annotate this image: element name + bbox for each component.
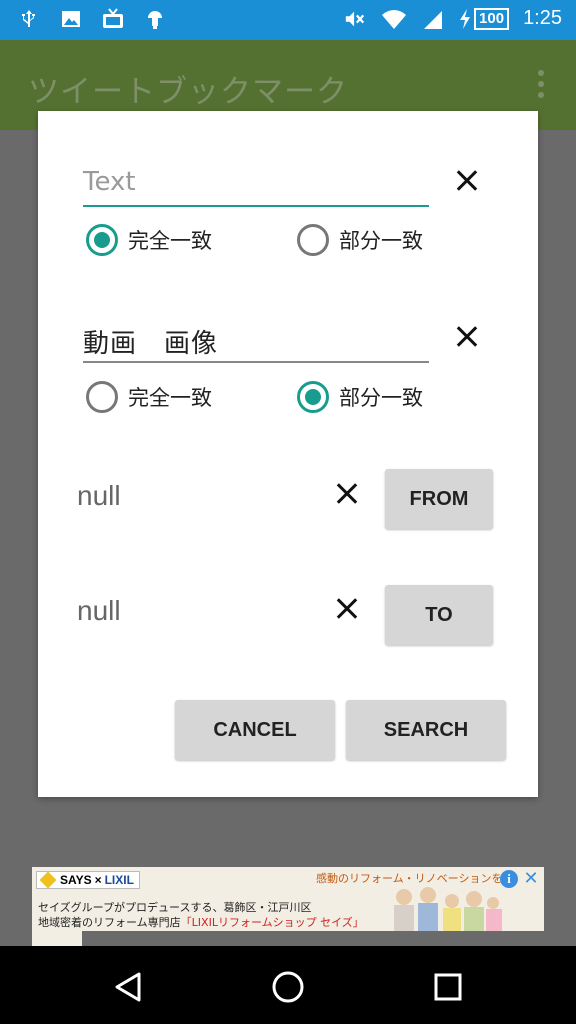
text-search-underline <box>83 205 429 207</box>
radio-unchecked-icon <box>86 381 118 413</box>
from-button[interactable]: FROM <box>385 469 493 529</box>
media-search-value: 動画 画像 <box>83 329 219 359</box>
search-dialog: Text 完全一致 部分一致 動画 画像 完全一致 部分一致 null FROM… <box>38 111 538 797</box>
signal-icon <box>424 10 443 29</box>
radio-label: 完全一致 <box>128 386 212 410</box>
tv-icon <box>103 8 123 28</box>
clear-text-icon[interactable] <box>450 164 484 198</box>
ad-line-2: 地域密着のリフォーム専門店「LIXILリフォームショップ セイズ」 <box>38 914 364 930</box>
ad-logo-x: × <box>94 873 102 887</box>
clear-from-icon[interactable] <box>330 477 364 511</box>
charging-icon <box>460 8 471 29</box>
ad-line-2-highlight: 「LIXILリフォームショップ セイズ」 <box>180 916 364 929</box>
from-date-value: null <box>77 480 121 511</box>
ad-line-2-prefix: 地域密着のリフォーム専門店 <box>38 916 181 929</box>
radio-checked-icon <box>86 224 118 256</box>
mute-icon <box>345 11 365 26</box>
navigation-bar <box>0 946 576 1024</box>
media-exact-match-radio[interactable]: 完全一致 <box>86 381 212 413</box>
to-button[interactable]: TO <box>385 585 493 645</box>
ad-line-1: セイズグループがプロデュースする、葛飾区・江戸川区 <box>38 901 312 914</box>
text-partial-match-radio[interactable]: 部分一致 <box>297 224 423 256</box>
ad-info-icon[interactable]: i <box>500 870 518 888</box>
to-date-value: null <box>77 595 121 626</box>
ad-logo-lixil: LIXIL <box>104 873 134 887</box>
android-icon <box>148 11 162 29</box>
back-icon[interactable] <box>111 970 145 1004</box>
radio-label: 部分一致 <box>339 229 423 253</box>
home-icon[interactable] <box>271 970 305 1004</box>
radio-unchecked-icon <box>297 224 329 256</box>
ad-logo-says: SAYS <box>60 873 92 887</box>
ad-banner[interactable]: SAYS × LIXIL 感動のリフォーム・リノベーションをご セイズグループが… <box>32 867 544 931</box>
clear-media-icon[interactable] <box>450 320 484 354</box>
overflow-menu-icon[interactable] <box>538 70 544 98</box>
radio-label: 部分一致 <box>339 386 423 410</box>
battery-indicator: 100 <box>458 7 510 30</box>
status-time: 1:25 <box>523 7 562 29</box>
ad-logo: SAYS × LIXIL <box>36 871 140 889</box>
ad-family-photo <box>394 887 502 931</box>
status-bar: 100 1:25 <box>0 0 576 40</box>
ad-choices-strip <box>32 931 82 947</box>
clear-to-icon[interactable] <box>330 592 364 626</box>
ad-close-icon[interactable]: ✕ <box>522 870 540 888</box>
media-search-underline <box>83 361 429 363</box>
recents-icon[interactable] <box>431 970 465 1004</box>
radio-checked-icon <box>297 381 329 413</box>
wifi-icon <box>382 9 407 29</box>
text-search-placeholder: Text <box>83 167 136 197</box>
search-button[interactable]: SEARCH <box>346 700 506 760</box>
media-search-input[interactable]: 動画 画像 <box>83 319 429 363</box>
text-search-input[interactable]: Text <box>83 163 429 207</box>
usb-icon <box>22 10 35 27</box>
media-partial-match-radio[interactable]: 部分一致 <box>297 381 423 413</box>
radio-label: 完全一致 <box>128 229 212 253</box>
app-title: ツイートブックマーク <box>28 74 348 110</box>
battery-level: 100 <box>474 7 510 30</box>
cancel-button[interactable]: CANCEL <box>175 700 335 760</box>
image-icon <box>62 11 80 27</box>
says-logo-icon <box>39 871 57 889</box>
text-exact-match-radio[interactable]: 完全一致 <box>86 224 212 256</box>
